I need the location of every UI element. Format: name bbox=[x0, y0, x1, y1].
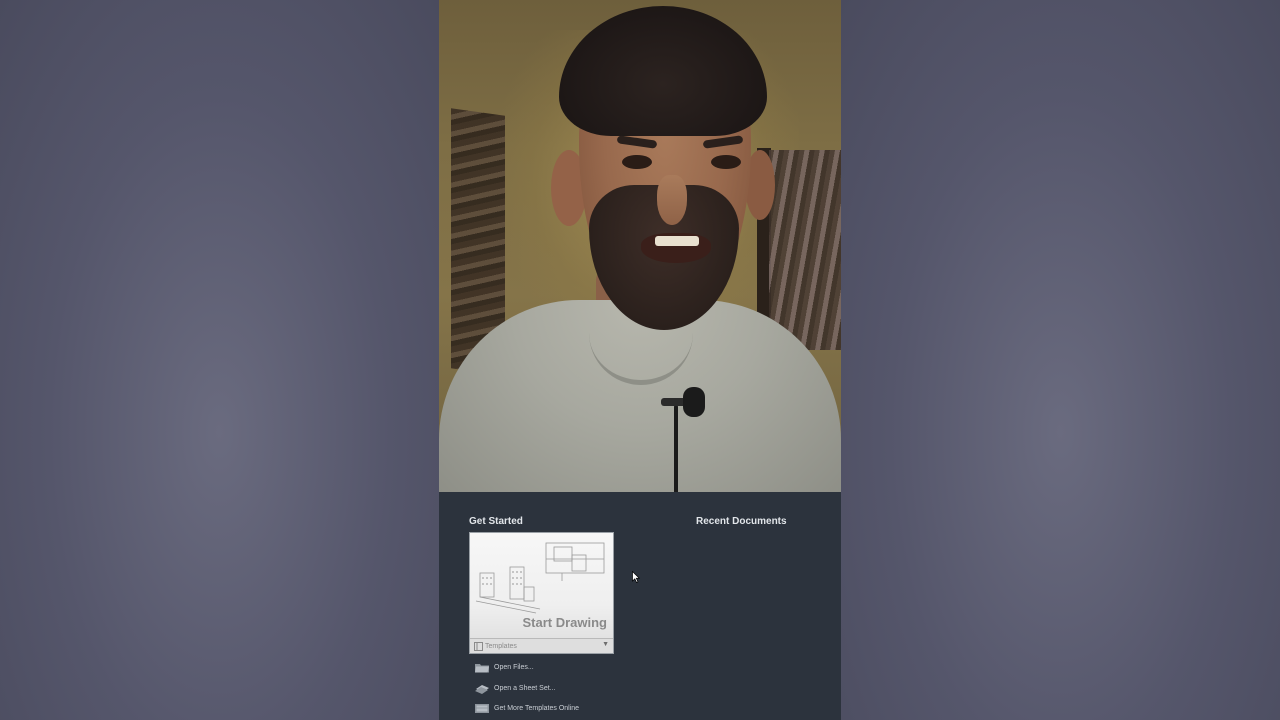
folder-icon bbox=[475, 664, 489, 673]
templates-label: Templates bbox=[485, 642, 517, 650]
background-left bbox=[0, 0, 439, 720]
sheet-set-icon bbox=[475, 685, 489, 694]
start-tab-panel: Get Started Recent Documents Start Drawi… bbox=[439, 492, 841, 720]
get-more-templates-label: Get More Templates Online bbox=[494, 705, 580, 712]
mouse-pointer-icon bbox=[632, 571, 640, 583]
open-sheet-set-label: Open a Sheet Set... bbox=[494, 685, 556, 692]
open-sheet-set-link[interactable]: Open a Sheet Set... bbox=[474, 683, 556, 694]
background-right bbox=[841, 0, 1280, 720]
start-drawing-card[interactable]: Start Drawing Templates ▼ bbox=[469, 532, 614, 654]
start-drawing-sketch-icon bbox=[475, 542, 605, 614]
start-drawing-label: Start Drawing bbox=[522, 615, 607, 630]
recent-documents-heading: Recent Documents bbox=[696, 516, 787, 527]
templates-online-icon bbox=[475, 704, 489, 713]
open-files-label: Open Files... bbox=[494, 664, 534, 671]
template-file-icon bbox=[474, 641, 483, 651]
curtain-right bbox=[769, 150, 841, 350]
webcam-video bbox=[439, 0, 841, 492]
video-column: Get Started Recent Documents Start Drawi… bbox=[439, 0, 841, 720]
lapel-microphone bbox=[683, 387, 705, 417]
get-more-templates-link[interactable]: Get More Templates Online bbox=[474, 703, 579, 714]
chevron-down-icon[interactable]: ▼ bbox=[602, 641, 609, 648]
get-started-heading: Get Started bbox=[469, 516, 523, 527]
templates-dropdown[interactable]: Templates ▼ bbox=[470, 638, 613, 653]
open-files-link[interactable]: Open Files... bbox=[474, 662, 534, 673]
